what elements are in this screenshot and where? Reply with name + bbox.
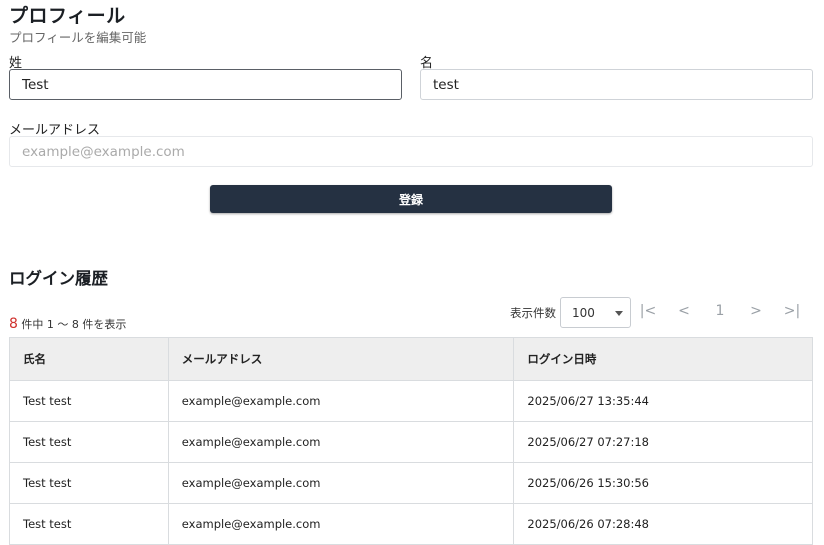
column-header-email[interactable]: メールアドレス — [167, 337, 515, 381]
cell-name: Test test — [9, 380, 169, 422]
login-history-table: 氏名 メールアドレス ログイン日時 Test test example@exam… — [9, 337, 813, 545]
cell-name: Test test — [9, 503, 169, 545]
page-number[interactable]: 1 — [710, 303, 730, 319]
cell-datetime: 2025/06/27 13:35:44 — [513, 380, 813, 422]
cell-datetime: 2025/06/26 07:28:48 — [513, 503, 813, 545]
email-placeholder: example@example.com — [22, 143, 185, 160]
column-header-datetime[interactable]: ログイン日時 — [513, 337, 813, 381]
table-row: Test test example@example.com 2025/06/27… — [9, 421, 813, 463]
page-subtitle: プロフィールを編集可能 — [9, 30, 147, 45]
table-row: Test test example@example.com 2025/06/27… — [9, 380, 813, 422]
email-field[interactable]: example@example.com — [9, 136, 813, 167]
last-name-value: Test — [22, 76, 49, 93]
last-page-icon[interactable]: >| — [782, 303, 802, 319]
cell-name: Test test — [9, 421, 169, 463]
last-name-field[interactable]: Test — [9, 69, 402, 100]
submit-button[interactable]: 登録 — [210, 185, 612, 213]
cell-name: Test test — [9, 462, 169, 504]
table-row: Test test example@example.com 2025/06/26… — [9, 462, 813, 504]
prev-page-icon[interactable]: < — [674, 303, 694, 319]
per-page-value: 100 — [572, 305, 595, 320]
cell-datetime: 2025/06/27 07:27:18 — [513, 421, 813, 463]
cell-email: example@example.com — [167, 421, 515, 463]
table-header-row: 氏名 メールアドレス ログイン日時 — [9, 337, 813, 381]
cell-email: example@example.com — [167, 462, 515, 504]
page-title: プロフィール — [9, 5, 126, 27]
next-page-icon[interactable]: > — [746, 303, 766, 319]
column-header-name[interactable]: 氏名 — [9, 337, 169, 381]
result-count: 8 件中 1 〜 8 件を表示 — [9, 316, 126, 332]
result-total: 8 — [9, 316, 18, 332]
table-row: Test test example@example.com 2025/06/26… — [9, 503, 813, 545]
first-name-value: test — [433, 76, 459, 93]
cell-email: example@example.com — [167, 503, 515, 545]
history-title: ログイン履歴 — [9, 269, 108, 288]
first-name-field[interactable]: test — [420, 69, 813, 100]
first-page-icon[interactable]: |< — [638, 303, 658, 319]
per-page-label: 表示件数 — [510, 306, 556, 320]
chevron-down-icon — [615, 311, 623, 316]
per-page-select[interactable]: 100 — [560, 297, 631, 328]
cell-datetime: 2025/06/26 15:30:56 — [513, 462, 813, 504]
result-count-text: 件中 1 〜 8 件を表示 — [21, 318, 127, 331]
cell-email: example@example.com — [167, 380, 515, 422]
